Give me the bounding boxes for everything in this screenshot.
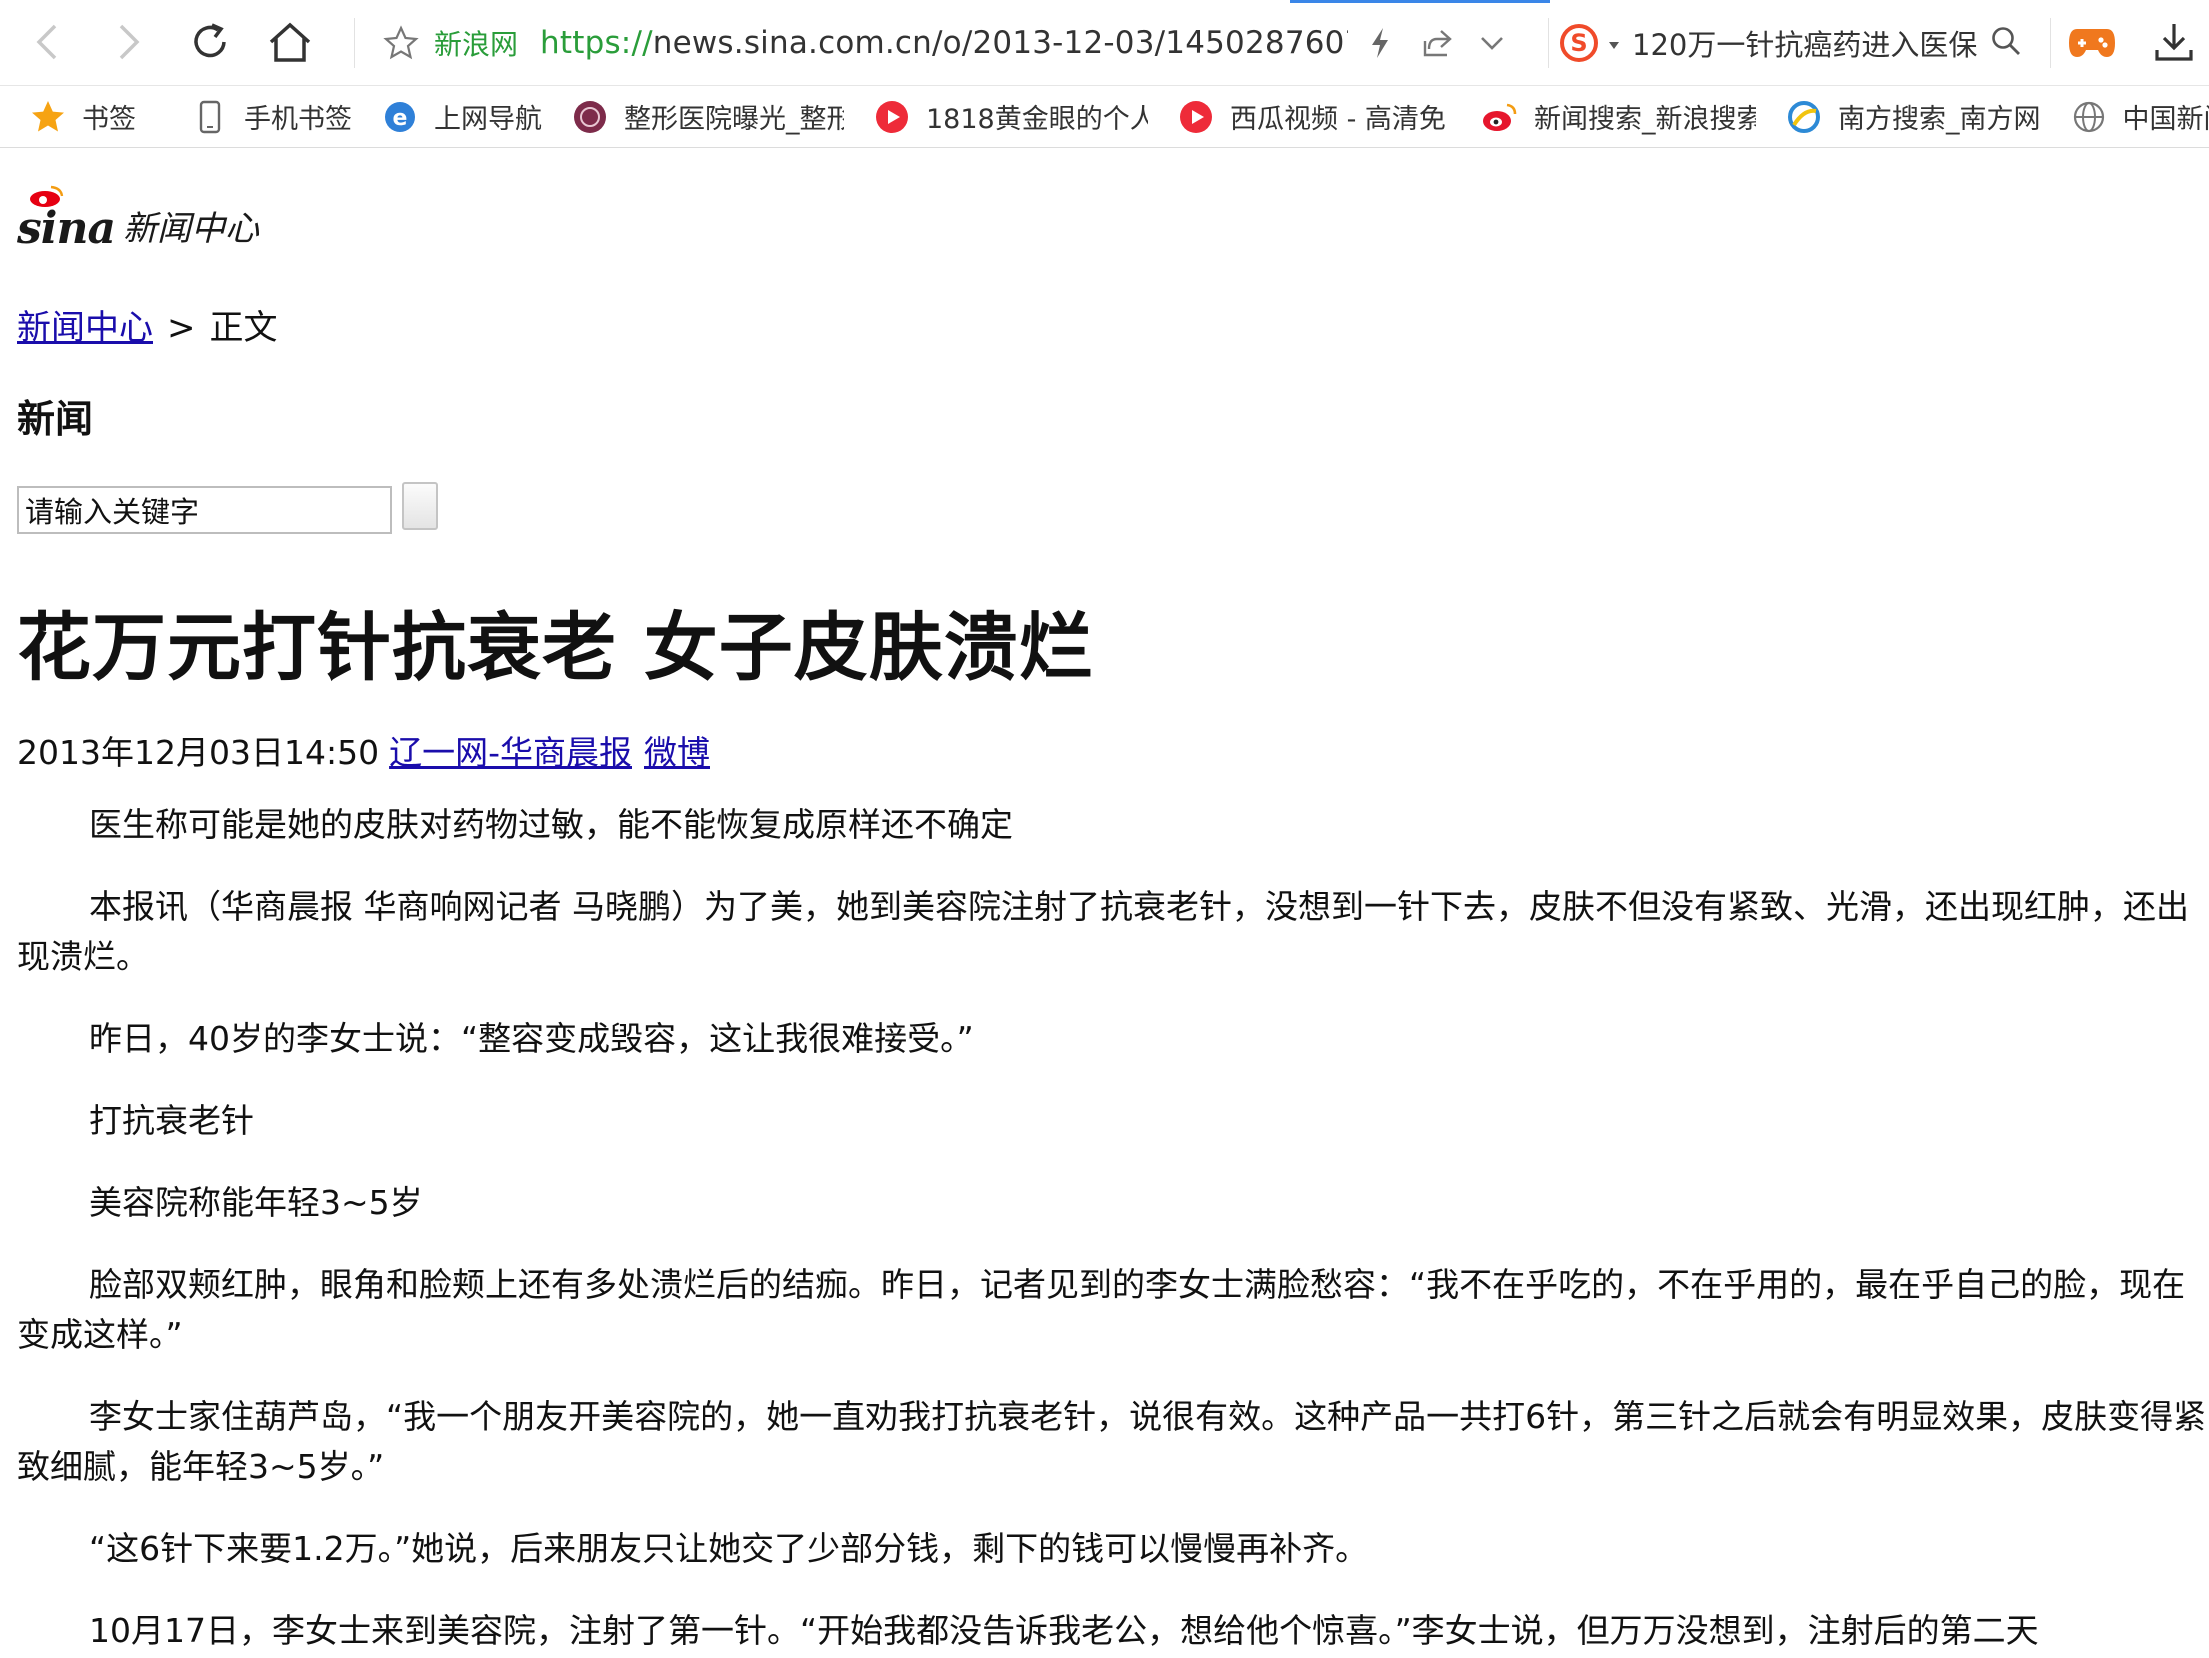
bookmark-item[interactable]: 南方搜索_南方网 <box>1784 86 2041 147</box>
weibo-link[interactable]: 微博 <box>644 733 710 772</box>
engine-dropdown-icon[interactable] <box>1608 36 1620 55</box>
phone-icon <box>190 97 230 137</box>
svg-text:S: S <box>1570 29 1587 57</box>
download-icon <box>2155 24 2193 61</box>
video-icon <box>1176 97 1216 137</box>
bookmark-item[interactable]: 书签 <box>28 86 136 147</box>
search-submit-button[interactable] <box>402 482 438 530</box>
bookmark-item[interactable]: 西瓜视频 - 高清免 <box>1176 86 1452 147</box>
forward-button[interactable] <box>100 14 156 70</box>
breadcrumb: 新闻中心 > 正文 <box>17 300 278 349</box>
source-link[interactable]: 辽一网-华商晨报 <box>389 733 632 772</box>
article-meta: 2013年12月03日14:50 辽一网-华商晨报 微博 <box>17 726 710 774</box>
site-icon <box>570 97 610 137</box>
article-paragraph: 打抗衰老针 <box>89 1101 254 1140</box>
article-body: 医生称可能是她的皮肤对药物过敏，能不能恢复成原样还不确定 本报讯（华商晨报 华商… <box>17 800 2209 1658</box>
sina-logo-text: sina <box>17 185 116 254</box>
bookmark-item[interactable]: 手机书签 <box>190 86 352 147</box>
url-text[interactable]: https://news.sina.com.cn/o/2013-12-03/14… <box>540 25 1348 61</box>
article-date: 2013年12月03日14:50 <box>17 733 380 772</box>
toolbar-divider <box>354 18 355 68</box>
loading-progress-bar <box>1290 0 1550 3</box>
section-title: 新闻 <box>17 397 94 441</box>
bookmark-item[interactable]: e 上网导航 <box>380 86 542 147</box>
lightning-icon[interactable] <box>1348 26 1412 60</box>
article-paragraph: “这6针下来要1.2万。”她说，后来朋友只让她交了少部分钱，剩下的钱可以慢慢再补… <box>89 1529 1369 1568</box>
news-center-logo-text: 新闻中心 <box>123 209 259 249</box>
sina-eye-icon <box>30 185 64 207</box>
keyword-search-input[interactable] <box>17 486 392 534</box>
breadcrumb-separator: > <box>167 308 196 348</box>
article-paragraph: 昨日，40岁的李女士说：“整容变成毁容，这让我很难接受。” <box>89 1019 974 1058</box>
article-paragraph: 10月17日，李女士来到美容院，注射了第一针。“开始我都没告诉我老公，想给他个惊… <box>89 1611 2039 1650</box>
site-name-label: 新浪网 <box>434 28 519 61</box>
video-icon <box>872 97 912 137</box>
back-button[interactable] <box>20 14 76 70</box>
bookmarks-bar: 书签 手机书签 e 上网导航 整形医院曝光_整形 1818黄金眼的个人 西瓜视频… <box>0 86 2209 148</box>
article-paragraph: 美容院称能年轻3~5岁 <box>89 1183 423 1222</box>
share-icon[interactable] <box>1412 27 1462 59</box>
star-icon <box>28 97 68 137</box>
bookmark-item[interactable]: 新闻搜索_新浪搜索 <box>1480 86 1756 147</box>
url-path: news.sina.com.cn/o/2013-12-03/1450287607 <box>652 25 1349 61</box>
back-arrow-icon <box>36 24 57 60</box>
reload-icon <box>194 23 226 58</box>
toolbar-divider <box>1548 18 1549 68</box>
svg-text:e: e <box>393 106 408 131</box>
chevron-down-icon[interactable] <box>1462 34 1522 52</box>
url-protocol: https:// <box>540 25 653 61</box>
search-query-text[interactable]: 120万一针抗癌药进入医保 <box>1632 22 1982 64</box>
bookmark-item[interactable]: 整形医院曝光_整形 <box>570 86 844 147</box>
ie-icon: e <box>380 97 420 137</box>
article-headline: 花万元打针抗衰老 女子皮肤溃烂 <box>17 605 1094 691</box>
nanfang-icon <box>1784 97 1824 137</box>
article-paragraph: 医生称可能是她的皮肤对药物过敏，能不能恢复成原样还不确定 <box>89 805 1013 844</box>
forward-arrow-icon <box>119 24 140 60</box>
gamepad-icon <box>2069 29 2115 57</box>
bookmark-item[interactable]: 1818黄金眼的个人 <box>872 86 1148 147</box>
article-paragraph: 脸部双颊红肿，眼角和脸颊上还有多处溃烂后的结痂。昨日，记者见到的李女士满脸愁容：… <box>17 1265 2186 1354</box>
bookmark-item[interactable]: 中国新闻网_ <box>2069 86 2209 147</box>
home-button[interactable] <box>262 14 318 70</box>
sina-logo[interactable]: sina 新闻中心 <box>17 184 259 254</box>
reload-button[interactable] <box>182 14 238 70</box>
article-paragraph: 李女士家住葫芦岛，“我一个朋友开美容院的，她一直劝我打抗衰老针，说很有效。这种产… <box>17 1397 2207 1486</box>
breadcrumb-link-news-center[interactable]: 新闻中心 <box>17 308 153 348</box>
breadcrumb-current: 正文 <box>209 308 278 348</box>
download-button[interactable] <box>2146 14 2202 70</box>
toolbar-divider <box>2050 18 2051 68</box>
address-bar[interactable]: 新浪网 https://news.sina.com.cn/o/2013-12-0… <box>374 10 1544 76</box>
browser-toolbar: 新浪网 https://news.sina.com.cn/o/2013-12-0… <box>0 0 2209 86</box>
sogou-logo-icon[interactable]: S <box>1556 20 1602 66</box>
home-icon <box>269 22 311 62</box>
article-paragraph: 本报讯（华商晨报 华商响网记者 马晓鹏）为了美，她到美容院注射了抗衰老针，没想到… <box>17 887 2189 976</box>
search-bar[interactable]: S 120万一针抗癌药进入医保 <box>1556 10 2046 76</box>
search-icon[interactable] <box>1990 25 2022 61</box>
game-button[interactable] <box>2064 14 2120 70</box>
bookmark-star-icon[interactable] <box>374 25 428 61</box>
weibo-icon <box>1480 97 1520 137</box>
globe-icon <box>2069 97 2109 137</box>
